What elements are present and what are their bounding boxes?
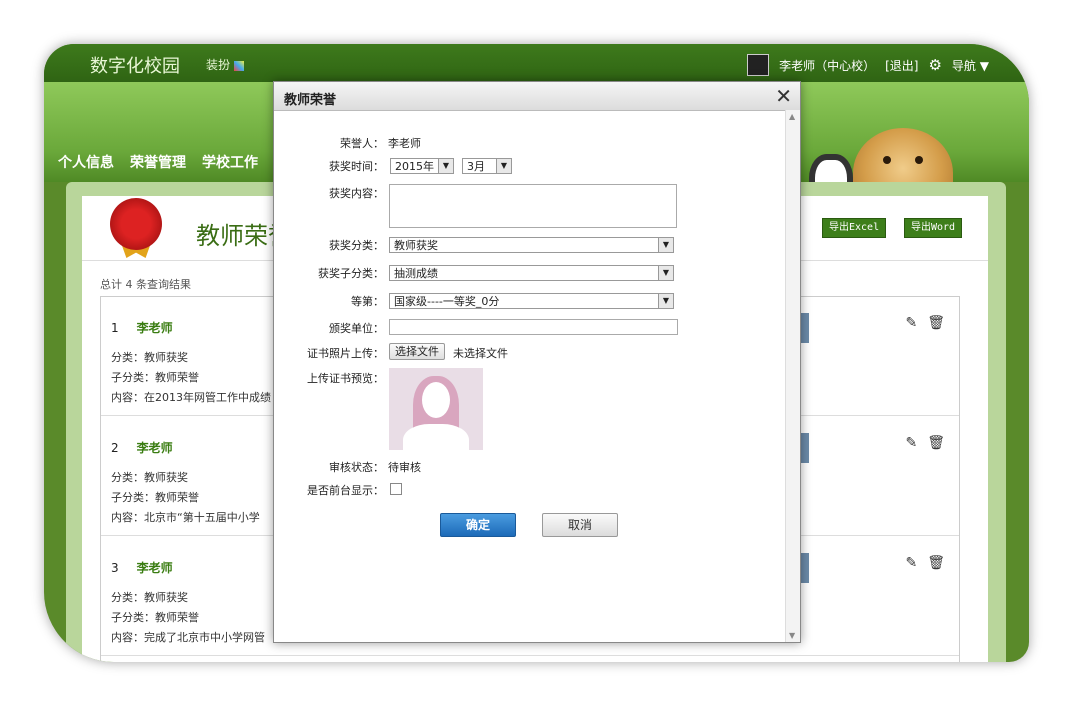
chevron-down-icon: ▼ bbox=[496, 159, 511, 173]
award-subcategory-select[interactable]: 抽测成绩 ▼ bbox=[389, 265, 674, 281]
review-status-value: 待审核 bbox=[388, 461, 421, 474]
record-tools: ✎ 🗑 bbox=[905, 315, 945, 331]
year-value: 2015年 bbox=[395, 160, 434, 173]
top-bar: 数字化校园 装扮 李老师（中心校） [退出] ⚙ 导航 ▼ bbox=[44, 44, 1029, 82]
award-category-label: 获奖分类： bbox=[329, 239, 384, 252]
pencil-icon[interactable]: ✎ bbox=[905, 435, 917, 451]
palette-icon bbox=[234, 60, 245, 71]
grade-value: 国家级----一等奖_0分 bbox=[394, 295, 500, 308]
certificate-preview-image bbox=[389, 368, 483, 450]
record-index: 2 bbox=[111, 441, 119, 455]
review-status-label: 审核状态： bbox=[329, 461, 384, 474]
issuer-input[interactable] bbox=[389, 319, 678, 335]
skin-label: 装扮 bbox=[206, 58, 231, 72]
record-name[interactable]: 李老师 bbox=[137, 441, 173, 455]
no-file-text: 未选择文件 bbox=[453, 347, 508, 360]
chevron-down-icon: ▼ bbox=[658, 266, 673, 280]
record-subcategory: 子分类：教师荣誉 bbox=[111, 371, 199, 384]
award-subcategory-label: 获奖子分类： bbox=[318, 267, 384, 280]
cancel-button[interactable]: 取消 bbox=[542, 513, 618, 537]
dialog-scrollbar[interactable]: ▲ ▼ bbox=[785, 110, 800, 642]
upload-label: 证书照片上传： bbox=[307, 347, 384, 360]
record-subcategory: 子分类：教师荣誉 bbox=[111, 491, 199, 504]
nav-menu-button[interactable]: 导航 ▼ bbox=[952, 57, 989, 74]
record-subcategory: 子分类：教师荣誉 bbox=[111, 611, 199, 624]
scroll-up-icon[interactable]: ▲ bbox=[789, 112, 795, 121]
pencil-icon[interactable]: ✎ bbox=[905, 315, 917, 331]
user-name: 李老师（中心校） bbox=[779, 58, 876, 73]
trash-icon[interactable]: 🗑 bbox=[927, 555, 945, 571]
front-display-label: 是否前台显示： bbox=[307, 484, 384, 497]
nav-item-honor-management[interactable]: 荣誉管理 bbox=[130, 152, 186, 172]
trash-icon[interactable]: 🗑 bbox=[927, 315, 945, 331]
brand-title: 数字化校园 bbox=[90, 56, 180, 77]
user-area: 李老师（中心校） [退出] ⚙ 导航 ▼ bbox=[747, 54, 989, 76]
award-category-select[interactable]: 教师获奖 ▼ bbox=[389, 237, 674, 253]
export-word-button[interactable]: 导出Word bbox=[904, 218, 963, 238]
award-content-label: 获奖内容： bbox=[329, 187, 384, 200]
avatar[interactable] bbox=[747, 54, 770, 76]
chevron-down-icon: ▼ bbox=[438, 159, 453, 173]
record-thumbnail bbox=[801, 313, 809, 343]
month-select[interactable]: 3月 ▼ bbox=[462, 158, 512, 174]
placeholder-head bbox=[422, 382, 450, 418]
record-header: 2 李老师 bbox=[111, 439, 173, 456]
dog-eye bbox=[915, 156, 923, 164]
month-value: 3月 bbox=[467, 160, 485, 173]
dialog-title: 教师荣誉 bbox=[284, 93, 337, 108]
record-thumbnail bbox=[801, 553, 809, 583]
preview-label: 上传证书预览： bbox=[307, 372, 384, 385]
logout-link[interactable]: [退出] bbox=[885, 57, 918, 74]
main-nav: 个人信息 荣誉管理 学校工作 bbox=[58, 152, 258, 172]
chevron-down-icon: ▼ bbox=[658, 238, 673, 252]
record-category: 分类：教师获奖 bbox=[111, 351, 188, 364]
honoree-label: 荣誉人： bbox=[340, 137, 384, 150]
grade-label: 等第： bbox=[351, 295, 384, 308]
record-index: 1 bbox=[111, 321, 119, 335]
record-header: 1 李老师 bbox=[111, 319, 173, 336]
record-content: 内容：完成了北京市中小学网管 bbox=[111, 631, 265, 644]
export-excel-button[interactable]: 导出Excel bbox=[822, 218, 887, 238]
record-name[interactable]: 李老师 bbox=[137, 321, 173, 335]
gear-icon[interactable]: ⚙ bbox=[928, 56, 941, 74]
placeholder-body bbox=[403, 424, 469, 450]
nav-item-personal-info[interactable]: 个人信息 bbox=[58, 152, 114, 172]
issuer-label: 颁奖单位： bbox=[329, 322, 384, 335]
confirm-button[interactable]: 确定 bbox=[440, 513, 516, 537]
chevron-down-icon: ▼ bbox=[658, 294, 673, 308]
record-thumbnail bbox=[801, 433, 809, 463]
record-content: 内容：北京市“第十五届中小学 bbox=[111, 511, 260, 524]
record-header: 3 李老师 bbox=[111, 559, 173, 576]
record-index: 3 bbox=[111, 561, 119, 575]
honor-dialog: 教师荣誉 ✕ ▲ ▼ 荣誉人： 李老师 获奖时间： 2015年 ▼ 3月 ▼ 获奖内… bbox=[273, 81, 801, 643]
award-category-value: 教师获奖 bbox=[394, 239, 438, 252]
award-content-textarea[interactable] bbox=[389, 184, 677, 228]
result-count: 总计 4 条查询结果 bbox=[100, 278, 191, 291]
front-display-checkbox[interactable] bbox=[390, 483, 402, 495]
record-tools: ✎ 🗑 bbox=[905, 555, 945, 571]
scroll-down-icon[interactable]: ▼ bbox=[789, 631, 795, 640]
skin-button[interactable]: 装扮 bbox=[206, 56, 245, 73]
record-content: 内容：在2013年网管工作中成绩 bbox=[111, 391, 271, 404]
pencil-icon[interactable]: ✎ bbox=[905, 555, 917, 571]
award-subcategory-value: 抽测成绩 bbox=[394, 267, 438, 280]
close-icon[interactable]: ✕ bbox=[775, 84, 792, 108]
record-category: 分类：教师获奖 bbox=[111, 591, 188, 604]
dog-eye bbox=[883, 156, 891, 164]
honoree-value: 李老师 bbox=[388, 137, 421, 150]
trash-icon[interactable]: 🗑 bbox=[927, 435, 945, 451]
award-time-label: 获奖时间： bbox=[329, 160, 384, 173]
record-name[interactable]: 李老师 bbox=[137, 561, 173, 575]
chevron-down-icon: ▼ bbox=[979, 58, 989, 73]
choose-file-button[interactable]: 选择文件 bbox=[389, 343, 445, 360]
nav-item-school-work[interactable]: 学校工作 bbox=[202, 152, 258, 172]
nav-menu-label: 导航 bbox=[951, 58, 976, 73]
record-tools: ✎ 🗑 bbox=[905, 435, 945, 451]
medal-icon bbox=[110, 198, 162, 250]
year-select[interactable]: 2015年 ▼ bbox=[390, 158, 454, 174]
record-category: 分类：教师获奖 bbox=[111, 471, 188, 484]
grade-select[interactable]: 国家级----一等奖_0分 ▼ bbox=[389, 293, 674, 309]
dialog-titlebar: 教师荣誉 ✕ bbox=[274, 82, 800, 111]
